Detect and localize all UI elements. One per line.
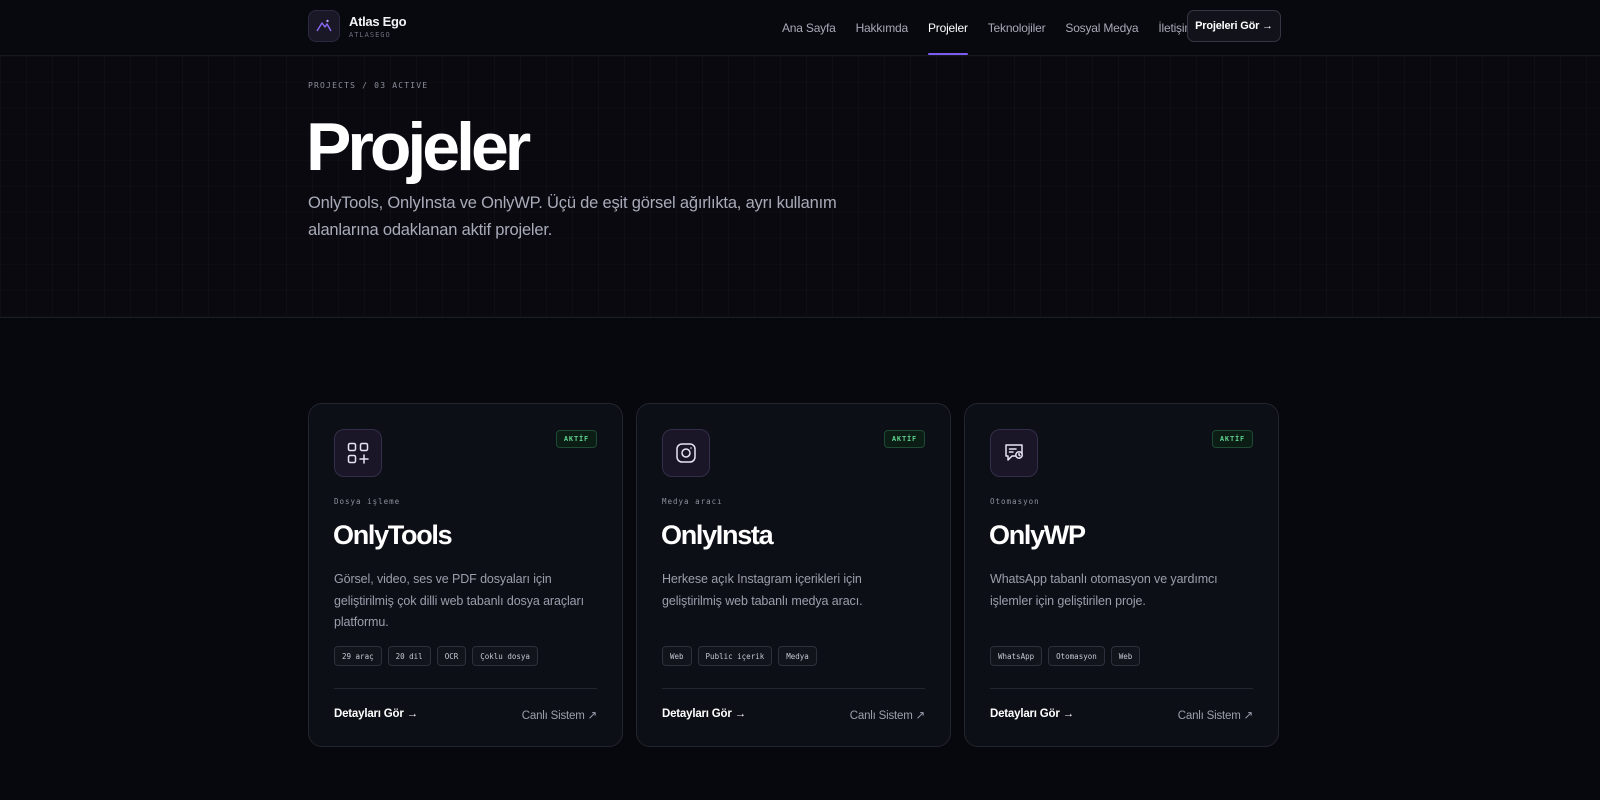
tag: Public içerik [697, 646, 773, 666]
project-tags: Web Public içerik Medya [662, 646, 823, 666]
project-tags: WhatsApp Otomasyon Web [990, 646, 1146, 666]
hero-section: PROJECTS / 03 ACTIVE Projeler OnlyTools,… [0, 56, 1600, 318]
tag: 29 araç [334, 646, 382, 666]
status-badge: AKTİF [1211, 430, 1253, 448]
project-category: Medya aracı [662, 497, 723, 506]
project-category: Dosya işleme [334, 497, 401, 506]
mountain-logo-icon [308, 10, 340, 42]
tag: Web [1110, 646, 1141, 666]
card-divider [334, 688, 597, 689]
project-description: WhatsApp tabanlı otomasyon ve yardımcı i… [990, 572, 1218, 608]
project-card-onlytools: AKTİF Dosya işleme OnlyTools Görsel, vid… [308, 403, 623, 747]
instagram-icon [662, 429, 710, 477]
live-system-link[interactable]: Canlı Sistem ↗ [522, 708, 597, 722]
tag: WhatsApp [990, 646, 1043, 666]
project-description: Herkese açık Instagram içerikleri için g… [662, 572, 863, 608]
nav-item-home[interactable]: Ana Sayfa [782, 0, 836, 55]
project-title: OnlyTools [333, 520, 453, 550]
tag: OCR [436, 646, 467, 666]
tag: Otomasyon [1048, 646, 1105, 666]
tag: Çoklu dosya [472, 646, 538, 666]
project-card-onlyinsta: AKTİF Medya aracı OnlyInsta Herkese açık… [636, 403, 951, 747]
nav-item-technologies[interactable]: Teknolojiler [988, 0, 1046, 55]
view-details-link[interactable]: Detayları Gör → [990, 708, 1074, 720]
project-tags: 29 araç 20 dil OCR Çoklu dosya [334, 646, 544, 666]
view-details-link[interactable]: Detayları Gör → [334, 708, 418, 720]
live-system-link[interactable]: Canlı Sistem ↗ [1178, 708, 1253, 722]
brand[interactable]: Atlas Ego ATLASEGO [308, 10, 407, 42]
page-title: Projeler [306, 109, 531, 185]
project-title: OnlyWP [989, 520, 1086, 550]
apps-grid-icon [334, 429, 382, 477]
tag: Web [662, 646, 692, 666]
nav-item-about[interactable]: Hakkımda [856, 0, 909, 55]
view-details-link[interactable]: Detayları Gör → [662, 708, 746, 720]
page-description: OnlyTools, OnlyInsta ve OnlyWP. Üçü de e… [308, 194, 837, 239]
project-card-onlywp: AKTİF Otomasyon OnlyWP WhatsApp tabanlı … [964, 403, 1279, 747]
brand-name: Atlas Ego [349, 13, 407, 29]
brand-subtitle: ATLASEGO [349, 30, 391, 39]
project-category: Otomasyon [990, 497, 1040, 506]
tag: Medya [778, 646, 817, 666]
card-divider [990, 688, 1253, 689]
nav-item-social-media[interactable]: Sosyal Medya [1065, 0, 1138, 55]
top-navigation-bar: Atlas Ego ATLASEGO Ana Sayfa Hakkımda Pr… [0, 0, 1600, 56]
view-projects-button[interactable]: Projeleri Gör → [1187, 10, 1281, 42]
nav-item-projects[interactable]: Projeler [928, 0, 968, 55]
project-description: Görsel, video, ses ve PDF dosyaları için… [334, 572, 584, 629]
tag: 20 dil [387, 646, 431, 666]
project-title: OnlyInsta [661, 520, 774, 550]
status-badge: AKTİF [883, 430, 925, 448]
breadcrumb: PROJECTS / 03 ACTIVE [308, 81, 429, 90]
chat-automation-icon [990, 429, 1038, 477]
status-badge: AKTİF [555, 430, 597, 448]
main-nav: Ana Sayfa Hakkımda Projeler Teknolojiler… [782, 0, 1214, 55]
live-system-link[interactable]: Canlı Sistem ↗ [850, 708, 925, 722]
card-divider [662, 688, 925, 689]
